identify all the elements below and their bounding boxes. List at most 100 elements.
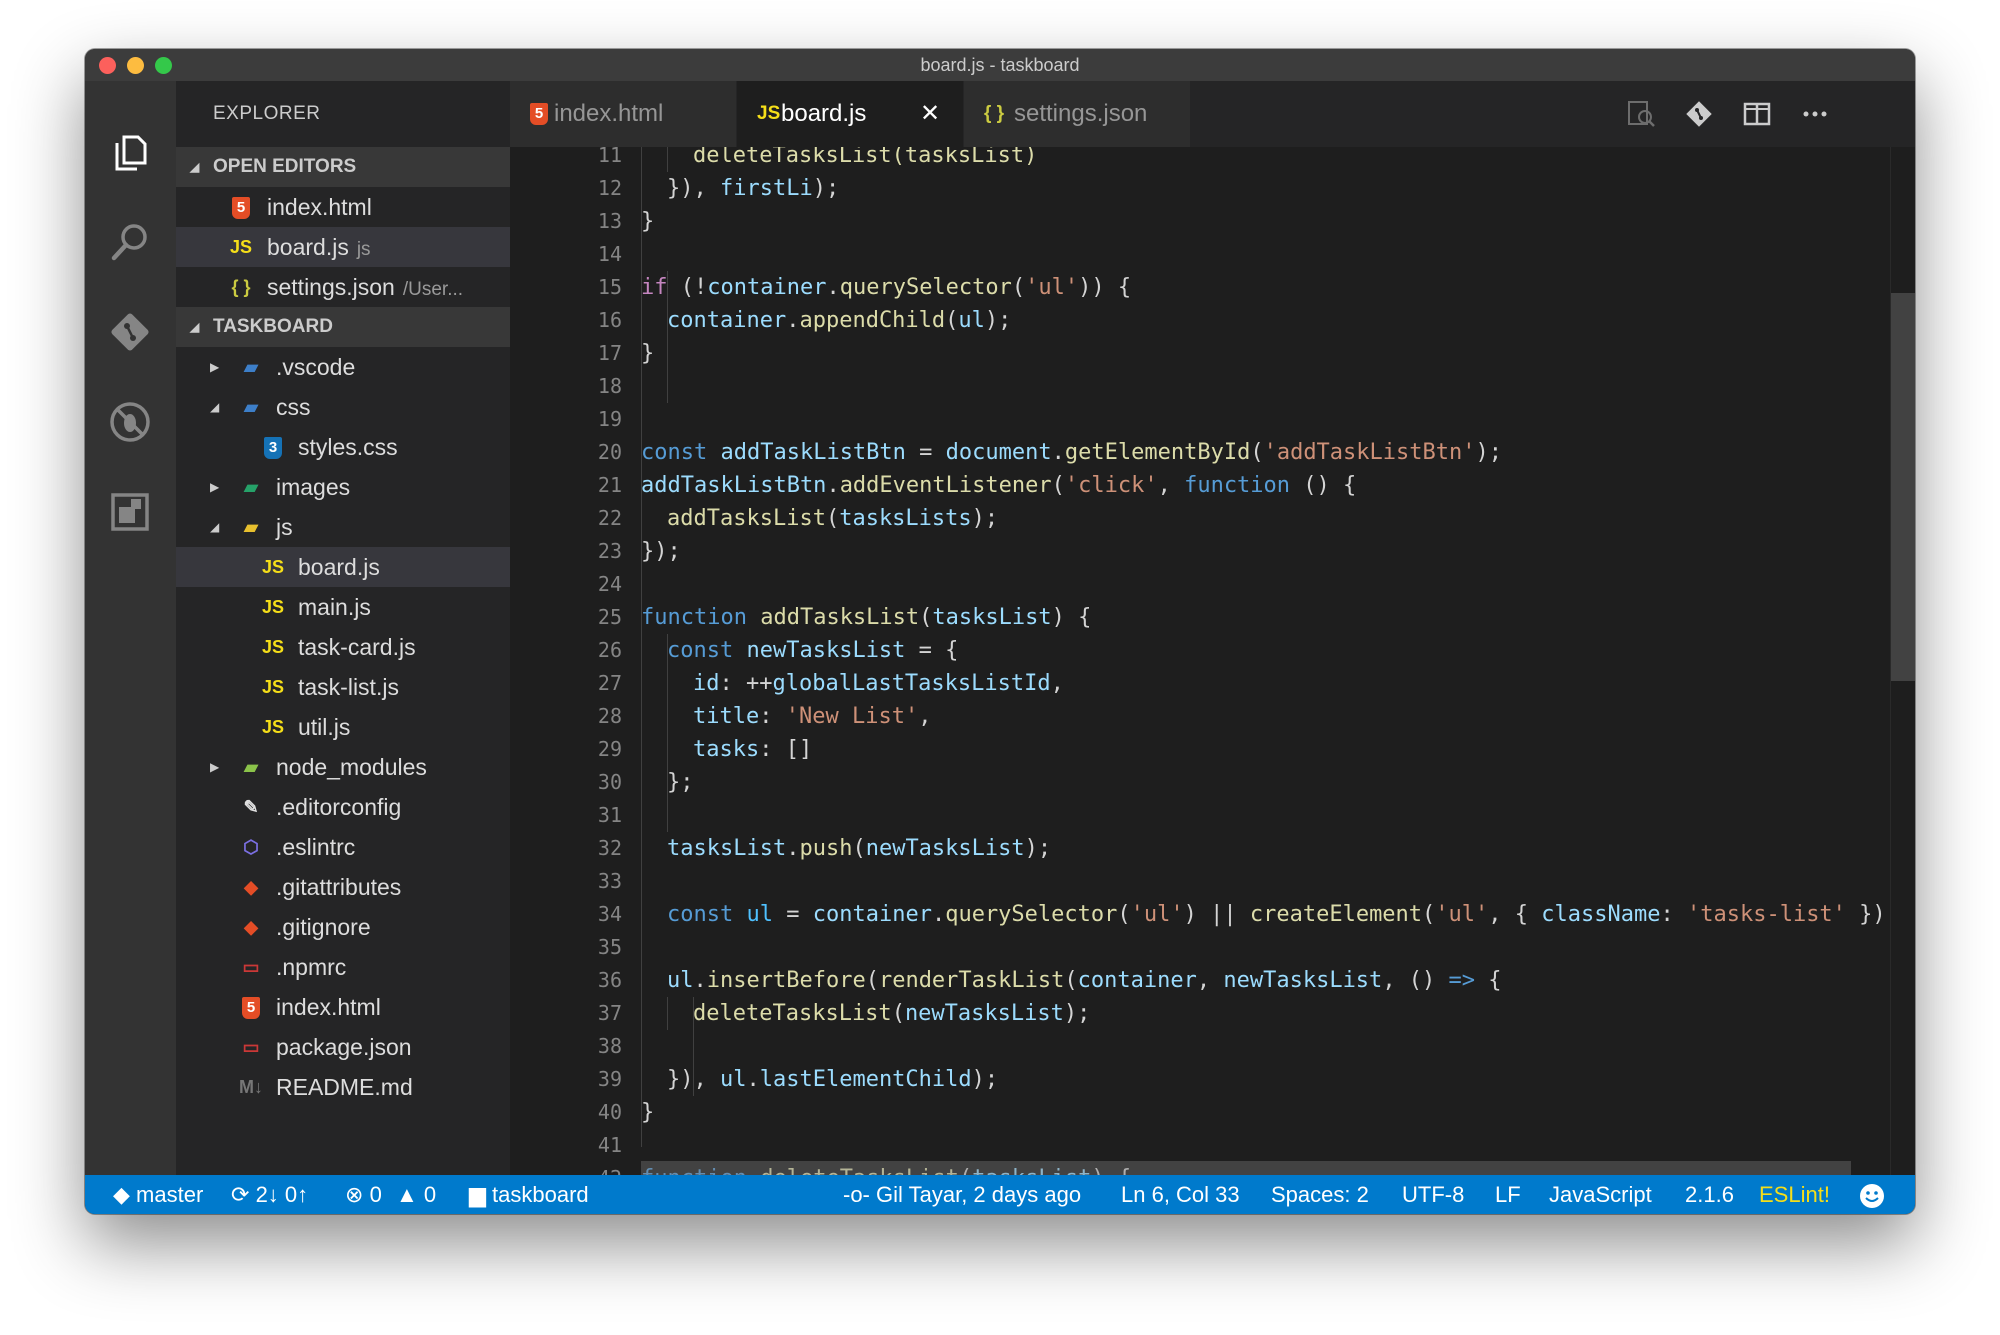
- window-controls: [99, 57, 172, 74]
- workspace-folder-indicator[interactable]: ▆ taskboard: [469, 1175, 589, 1214]
- code-line[interactable]: deleteTasksList(tasksList): [693, 147, 1037, 172]
- line-number: 23: [597, 539, 622, 563]
- tree-file-item[interactable]: M↓ README.md: [176, 1067, 510, 1107]
- tree-file-item[interactable]: ◆ .gitignore: [176, 907, 510, 947]
- cursor-position-indicator[interactable]: Ln 6, Col 33: [1121, 1175, 1240, 1214]
- tab-settings-json[interactable]: { } settings.json: [964, 81, 1190, 147]
- close-icon[interactable]: ✕: [920, 81, 940, 147]
- code-line[interactable]: container.appendChild(ul);: [667, 304, 1011, 337]
- code-token: if: [641, 275, 668, 300]
- branch-indicator[interactable]: ◆ master: [113, 1175, 203, 1214]
- open-editor-item[interactable]: JS board.js js: [176, 227, 510, 267]
- split-editor-button[interactable]: [1738, 95, 1776, 133]
- eol-indicator[interactable]: LF: [1495, 1175, 1521, 1214]
- tree-folder-item[interactable]: ▶ ▰ node_modules: [176, 747, 510, 787]
- tree-folder-item[interactable]: ◢ ▰ css: [176, 387, 510, 427]
- tree-file-item[interactable]: ▭ package.json: [176, 1027, 510, 1067]
- chevron-right-icon[interactable]: ▶: [210, 747, 219, 787]
- open-editor-item[interactable]: { } settings.json/User...: [176, 267, 510, 307]
- tree-file-item[interactable]: 3 styles.css: [176, 427, 510, 467]
- tree-folder-item[interactable]: ▶ ▰ .vscode: [176, 347, 510, 387]
- file-path-description: /User...: [402, 279, 464, 300]
- code-line[interactable]: const ul = container.querySelector('ul')…: [667, 898, 1899, 931]
- code-token: .: [931, 902, 946, 927]
- tab-index-html[interactable]: 5 index.html: [510, 81, 736, 147]
- chevron-right-icon[interactable]: ▶: [210, 467, 219, 507]
- tab-board-js[interactable]: JS board.js ✕: [737, 81, 963, 147]
- tree-file-item[interactable]: JS task-card.js: [176, 627, 510, 667]
- extensions-activity-button[interactable]: [105, 487, 155, 537]
- code-line[interactable]: const newTasksList = {: [667, 634, 958, 667]
- code-line[interactable]: }: [641, 205, 654, 238]
- code-token: createElement: [1249, 902, 1423, 927]
- code-token: (: [919, 605, 933, 630]
- close-window-button[interactable]: [99, 57, 116, 74]
- chevron-down-icon[interactable]: ◢: [210, 387, 219, 427]
- code-line[interactable]: addTaskListBtn.addEventListener('click',…: [641, 469, 1356, 502]
- eslint-status-indicator[interactable]: ESLint!: [1759, 1175, 1830, 1214]
- chevron-right-icon[interactable]: ▶: [210, 347, 219, 387]
- code-line[interactable]: if (!container.querySelector('ul')) {: [641, 271, 1131, 304]
- problems-indicator[interactable]: ⊗ 0 ▲ 0: [345, 1175, 436, 1214]
- tree-folder-item[interactable]: ◢ ▰ js: [176, 507, 510, 547]
- zoom-window-button[interactable]: [155, 57, 172, 74]
- git-blame-indicator[interactable]: -o- Gil Tayar, 2 days ago: [843, 1175, 1081, 1214]
- tree-file-item[interactable]: 5 index.html: [176, 987, 510, 1027]
- code-line[interactable]: }), ul.lastElementChild);: [667, 1063, 998, 1096]
- search-activity-button[interactable]: [105, 217, 155, 267]
- horizontal-scrollbar-thumb[interactable]: [641, 1161, 1851, 1175]
- vertical-scrollbar[interactable]: [1890, 147, 1915, 1175]
- code-editor[interactable]: 11 12 13 14 15 16 17 18 19 20 21 22 23 24 25 26 27 28 29 30…: [510, 147, 1915, 1175]
- source-control-activity-button[interactable]: [105, 307, 155, 357]
- project-section-header[interactable]: ◢ TASKBOARD: [176, 307, 510, 347]
- tree-folder-item[interactable]: ▶ ▰ images: [176, 467, 510, 507]
- code-area[interactable]: deleteTasksList(tasksList)}), firstLi);}…: [641, 147, 1915, 1175]
- sync-indicator[interactable]: ⟳ 2↓ 0↑: [231, 1175, 308, 1214]
- tree-file-item[interactable]: ✎ .editorconfig: [176, 787, 510, 827]
- code-token: ul: [667, 968, 694, 993]
- tree-file-item[interactable]: JS util.js: [176, 707, 510, 747]
- typescript-version-indicator[interactable]: 2.1.6: [1685, 1175, 1734, 1214]
- code-line[interactable]: addTasksList(tasksLists);: [667, 502, 998, 535]
- explorer-activity-button[interactable]: [105, 127, 155, 177]
- tree-file-item[interactable]: ◆ .gitattributes: [176, 867, 510, 907]
- code-line[interactable]: title: 'New List',: [693, 700, 931, 733]
- feedback-button[interactable]: [1859, 1175, 1885, 1214]
- code-line[interactable]: }), firstLi);: [667, 172, 839, 205]
- code-token: appendChild: [799, 308, 946, 333]
- code-line[interactable]: tasksList.push(newTasksList);: [667, 832, 1051, 865]
- line-number: 42: [510, 1162, 622, 1175]
- tree-file-item[interactable]: JS main.js: [176, 587, 510, 627]
- code-line[interactable]: tasks: []: [693, 733, 812, 766]
- code-line[interactable]: const addTaskListBtn = document.getEleme…: [641, 436, 1502, 469]
- project-label: TASKBOARD: [213, 316, 333, 337]
- code-line[interactable]: deleteTasksList(newTasksList);: [693, 997, 1090, 1030]
- encoding-indicator[interactable]: UTF-8: [1402, 1175, 1464, 1214]
- git-actions-button[interactable]: [1680, 95, 1718, 133]
- line-number: 24: [597, 572, 622, 596]
- code-line[interactable]: });: [641, 535, 681, 568]
- chevron-down-icon[interactable]: ◢: [210, 507, 219, 547]
- open-changes-button[interactable]: [1622, 95, 1660, 133]
- minimize-window-button[interactable]: [127, 57, 144, 74]
- more-actions-button[interactable]: [1796, 95, 1834, 133]
- tree-file-item[interactable]: ▭ .npmrc: [176, 947, 510, 987]
- indentation-indicator[interactable]: Spaces: 2: [1271, 1175, 1369, 1214]
- code-line[interactable]: };: [667, 766, 694, 799]
- tree-file-item[interactable]: JS board.js: [176, 547, 510, 587]
- tree-file-item[interactable]: JS task-list.js: [176, 667, 510, 707]
- code-line[interactable]: }: [641, 337, 654, 370]
- code-line[interactable]: id: ++globalLastTasksListId,: [693, 667, 1064, 700]
- code-line[interactable]: function addTasksList(tasksList) {: [641, 601, 1091, 634]
- code-line[interactable]: }: [641, 1096, 654, 1129]
- open-editors-section-header[interactable]: ◢ OPEN EDITORS: [176, 147, 510, 187]
- extensions-icon: [111, 493, 149, 531]
- vertical-scrollbar-thumb[interactable]: [1891, 293, 1915, 681]
- debug-activity-button[interactable]: [105, 397, 155, 447]
- language-mode-indicator[interactable]: JavaScript: [1549, 1175, 1652, 1214]
- js-file-icon: JS: [757, 103, 781, 124]
- open-editor-name: settings.json/User...: [267, 267, 463, 307]
- open-editor-item[interactable]: 5 index.html: [176, 187, 510, 227]
- code-line[interactable]: ul.insertBefore(renderTaskList(container…: [667, 964, 1502, 997]
- tree-file-item[interactable]: ⬡ .eslintrc: [176, 827, 510, 867]
